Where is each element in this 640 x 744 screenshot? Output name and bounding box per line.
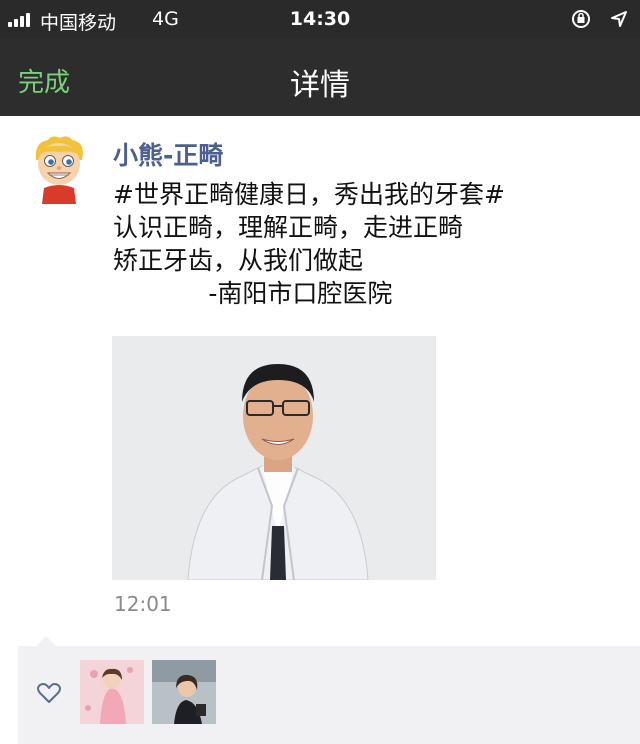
avatar[interactable] (28, 134, 90, 204)
post-text-line: 认识正畸，理解正畸，走进正畸 (113, 213, 464, 242)
clock: 14:30 (289, 8, 351, 30)
status-icons (570, 8, 628, 30)
heart-icon (37, 683, 61, 703)
post-text-line: 矫正牙齿，从我们做起 (113, 246, 364, 275)
post-text-line: -南阳市口腔医院 (113, 279, 393, 308)
post-text: #世界正畸健康日，秀出我的牙套# 认识正畸，理解正畸，走进正畸 矫正牙齿，从我们… (113, 178, 613, 310)
post-author[interactable]: 小熊-正畸 (113, 136, 223, 172)
likes-pointer (36, 636, 56, 646)
nav-bar: 完成 详情 (0, 38, 640, 116)
status-bar: 中国移动 4G 14:30 (0, 0, 640, 38)
liker-avatar[interactable] (80, 660, 144, 724)
likes-section (18, 646, 640, 744)
liker-avatar[interactable] (152, 660, 216, 724)
rotation-lock-icon (572, 10, 590, 28)
location-icon (611, 11, 627, 27)
post-time: 12:01 (114, 592, 172, 616)
post-text-line: #世界正畸健康日，秀出我的牙套# (113, 180, 505, 209)
moment-detail: 小熊-正畸 #世界正畸健康日，秀出我的牙套# 认识正畸，理解正畸，走进正畸 矫正… (0, 116, 640, 744)
page-title: 详情 (290, 68, 350, 103)
post-photo[interactable] (112, 336, 436, 580)
